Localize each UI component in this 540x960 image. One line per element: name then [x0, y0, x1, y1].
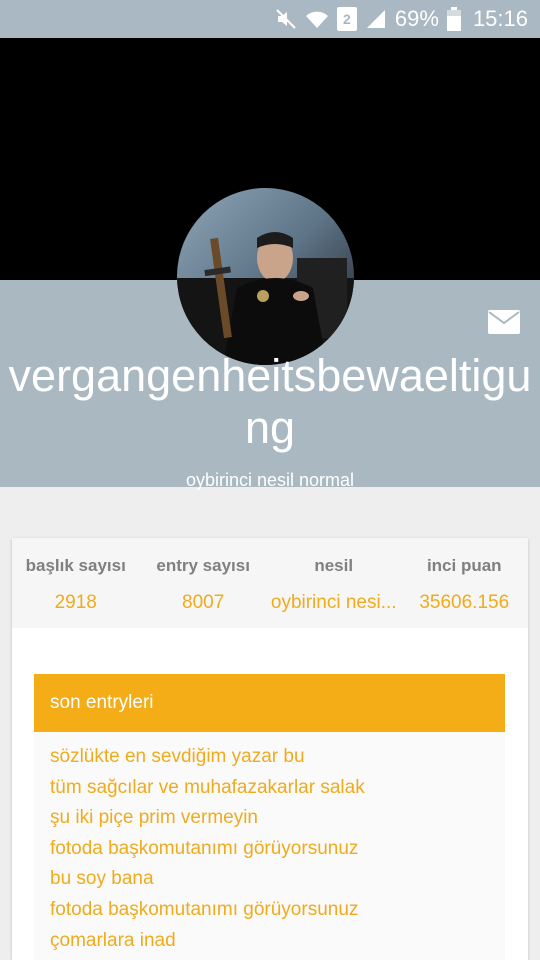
stat-value: 8007: [182, 592, 225, 613]
profile-card: başlık sayısı 2918 entry sayısı 8007 nes…: [12, 538, 528, 960]
wifi-icon: [305, 8, 329, 30]
clock: 15:16: [472, 6, 528, 31]
stat-karma[interactable]: inci puan 35606.156: [401, 538, 528, 628]
entry-link[interactable]: fotoda başkomutanımı görüyorsunuz: [50, 834, 505, 865]
sim-icon: 2: [336, 7, 357, 31]
battery-icon: [446, 7, 461, 31]
stat-value: oybirinci nesi...: [270, 592, 397, 613]
envelope-icon: [488, 310, 520, 338]
recent-entries-list: sözlükte en sevdiğim yazar bu tüm sağcıl…: [34, 732, 505, 960]
entry-link[interactable]: sözlükte en sevdiğim yazar bu: [50, 742, 505, 773]
status-bar: 2 69% 15:16: [0, 0, 540, 38]
stat-value: 35606.156: [419, 592, 510, 613]
stat-entry-count[interactable]: entry sayısı 8007: [139, 538, 266, 628]
battery-percent: 69%: [394, 6, 439, 31]
stat-value: 2918: [54, 592, 97, 613]
entry-link[interactable]: bu soy bana: [50, 864, 505, 895]
entry-link[interactable]: fotoda başkomutanımı görüyorsunuz: [50, 895, 505, 926]
stats-row: başlık sayısı 2918 entry sayısı 8007 nes…: [12, 538, 528, 628]
username: vergangenheitsbewaeltigung: [8, 350, 532, 453]
avatar[interactable]: [177, 188, 354, 365]
entry-link[interactable]: tüm sağcılar ve muhafazakarlar salak: [50, 773, 505, 804]
stat-topic-count[interactable]: başlık sayısı 2918: [12, 538, 139, 628]
message-button[interactable]: [488, 310, 520, 334]
stat-label: inci puan: [426, 556, 502, 575]
stat-generation[interactable]: nesil oybirinci nesi...: [267, 538, 401, 628]
generation-label: oybirinci nesil normal: [185, 470, 355, 490]
signal-icon: [365, 8, 387, 30]
stat-label: nesil: [314, 556, 354, 575]
stat-label: başlık sayısı: [25, 556, 126, 575]
mute-icon: [275, 8, 297, 30]
stat-label: entry sayısı: [156, 556, 250, 575]
recent-entries-header[interactable]: son entryleri: [34, 674, 505, 732]
entry-link[interactable]: şu iki piçe prim vermeyin: [50, 803, 505, 834]
entry-link[interactable]: çomarlara inad: [50, 926, 505, 957]
